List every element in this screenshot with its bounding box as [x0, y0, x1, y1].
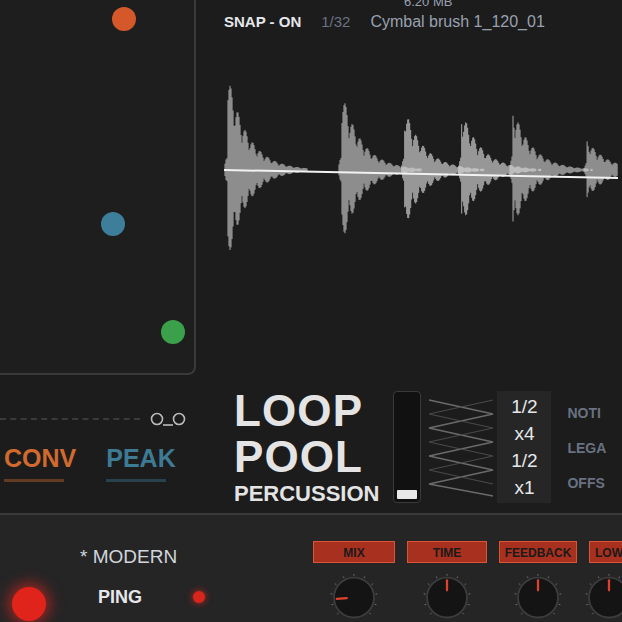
logo-line: POOL [234, 435, 379, 479]
option-labels: NOTILEGAOFFS [567, 392, 606, 501]
meter-track[interactable] [393, 391, 421, 503]
step-value[interactable]: x1 [514, 474, 534, 501]
power-led[interactable] [12, 587, 46, 621]
knob-label: LOW [589, 541, 622, 563]
option-label[interactable]: NOTI [567, 396, 606, 431]
logo-line: LOOP [234, 389, 379, 433]
delay-left: * MODERN PING [0, 515, 300, 622]
snap-toggle[interactable]: SNAP - ON [224, 11, 301, 34]
memory-readout: 6.20 MB [404, 0, 622, 8]
step-value[interactable]: 1/2 [511, 447, 537, 474]
mode-panel: CONV PEAK [0, 411, 196, 481]
waveform-hit [510, 116, 592, 222]
knob-dial[interactable] [327, 573, 381, 622]
knob-dial[interactable] [582, 573, 622, 622]
top-section: 6.20 MB SNAP - ON 1/32 Cymbal brush 1_12… [0, 0, 622, 380]
middle-section: CONVPEAK LOOP POOL PERCUSSION 1/2x41/2x1… [0, 380, 622, 513]
xy-point[interactable] [101, 212, 125, 236]
waveform-hit [459, 122, 541, 215]
tick-strip [0, 411, 196, 427]
xy-pad[interactable] [0, 0, 196, 375]
sample-name: Cymbal brush 1_120_01 [370, 10, 544, 34]
step-values: 1/2x41/2x1 [497, 391, 551, 503]
delay-panel: * MODERN PING MIX TIME FEEDBACK LOW [0, 513, 622, 622]
option-label[interactable]: OFFS [567, 466, 606, 501]
logo-line: PERCUSSION [234, 483, 379, 505]
sample-panel: 6.20 MB SNAP - ON 1/32 Cymbal brush 1_12… [196, 0, 622, 380]
knob-dial[interactable] [420, 573, 474, 622]
knob-label: MIX [313, 541, 395, 563]
xy-point[interactable] [112, 7, 136, 31]
step-value[interactable]: x4 [514, 420, 534, 447]
knob[interactable]: TIME [407, 541, 487, 622]
link-icon[interactable] [148, 411, 188, 427]
delay-modes: * MODERN PING [80, 515, 205, 622]
sample-header: SNAP - ON 1/32 Cymbal brush 1_120_01 [224, 10, 622, 34]
preset-name[interactable]: * MODERN [80, 543, 205, 572]
center-line [224, 170, 618, 178]
mode-label[interactable]: CONV [4, 443, 76, 474]
waveform-hit [402, 119, 484, 218]
step-value[interactable]: 1/2 [511, 393, 537, 420]
logo: LOOP POOL PERCUSSION [234, 389, 379, 505]
option-label[interactable]: LEGA [567, 431, 606, 466]
knob-label: FEEDBACK [499, 541, 577, 563]
mode-button[interactable]: PEAK [106, 443, 175, 481]
mode-label[interactable]: PING [98, 584, 193, 611]
knob[interactable]: LOW [589, 541, 622, 622]
mode-underline [106, 479, 166, 482]
plugin-window: 6.20 MB SNAP - ON 1/32 Cymbal brush 1_12… [0, 0, 622, 622]
zigzag-icon [427, 392, 497, 502]
knob-dial[interactable] [511, 573, 565, 622]
mode-led[interactable] [193, 591, 205, 603]
mode-label[interactable]: PEAK [106, 443, 175, 474]
power-area [0, 515, 80, 622]
knob[interactable]: FEEDBACK [499, 541, 577, 622]
waveform-hit [584, 141, 617, 197]
mode-buttons: CONV PEAK [0, 443, 196, 481]
meter-fill [397, 490, 417, 498]
mode-button[interactable]: CONV [4, 443, 76, 481]
knob-row: MIX TIME FEEDBACK LOW [300, 515, 622, 622]
status-strip: 6.20 MB [224, 0, 622, 8]
tick-line [0, 418, 140, 420]
waveform [224, 72, 618, 302]
ping-row: PING [80, 584, 205, 611]
waveform-hit [225, 86, 307, 250]
knob[interactable]: MIX [313, 541, 395, 622]
grid-value[interactable]: 1/32 [321, 11, 350, 34]
waveform-hit [339, 103, 421, 233]
mode-underline [4, 479, 64, 482]
knob-label: TIME [407, 541, 487, 563]
xy-point[interactable] [161, 320, 185, 344]
